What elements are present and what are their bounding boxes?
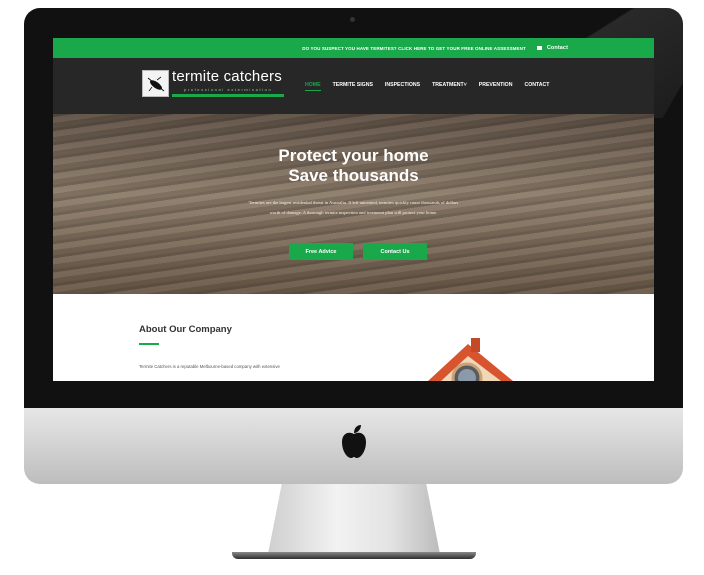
site-header: termite catchers professional exterminat… xyxy=(53,58,654,114)
main-menu: HOME TERMITE SIGNS INSPECTIONS TREATMENT… xyxy=(305,82,549,91)
nav-prevention[interactable]: PREVENTION xyxy=(479,82,513,91)
about-divider xyxy=(139,343,159,345)
hero-body: Termites are the largest residential thr… xyxy=(248,200,459,215)
hero-buttons: Free Advice Contact Us xyxy=(289,243,427,260)
free-advice-button[interactable]: Free Advice xyxy=(289,243,353,260)
camera-dot xyxy=(350,17,355,22)
logo-underline xyxy=(172,94,284,97)
imac-mockup: DO YOU SUSPECT YOU HAVE TERMITES? CLICK … xyxy=(0,0,704,575)
about-text: Termite Catchers is a reputable Melbourn… xyxy=(139,364,280,369)
logo-tagline: professional extermination xyxy=(184,87,273,92)
site-logo[interactable]: termite catchers professional exterminat… xyxy=(142,68,285,102)
house-icon xyxy=(423,336,523,381)
hero-title-line1: Protect your home xyxy=(278,146,429,165)
topbar-contact-link[interactable]: Contact xyxy=(547,45,568,51)
hero-title: Protect your home Save thousands xyxy=(53,114,654,186)
apple-logo-icon xyxy=(339,424,369,460)
nav-contact[interactable]: CONTACT xyxy=(524,82,549,91)
mail-icon xyxy=(536,46,542,50)
nav-termite-signs[interactable]: TERMITE SIGNS xyxy=(333,82,373,91)
about-title: About Our Company xyxy=(139,324,232,335)
logo-name: termite catchers xyxy=(172,68,282,85)
announcement-bar: DO YOU SUSPECT YOU HAVE TERMITES? CLICK … xyxy=(53,38,654,58)
nav-treatment[interactable]: TREATMENT˅ xyxy=(432,82,467,91)
termite-icon xyxy=(142,70,169,97)
monitor-stand xyxy=(268,484,440,554)
contact-us-button[interactable]: Contact Us xyxy=(363,243,427,260)
hero-title-line2: Save thousands xyxy=(288,166,419,185)
nav-home[interactable]: HOME xyxy=(305,82,321,91)
assessment-link[interactable]: DO YOU SUSPECT YOU HAVE TERMITES? CLICK … xyxy=(302,46,526,51)
website-screen: DO YOU SUSPECT YOU HAVE TERMITES? CLICK … xyxy=(53,38,654,381)
monitor-base xyxy=(232,552,476,559)
nav-inspections[interactable]: INSPECTIONS xyxy=(385,82,420,91)
about-section: About Our Company Termite Catchers is a … xyxy=(53,294,654,381)
hero-section: Protect your home Save thousands Termite… xyxy=(53,114,654,294)
